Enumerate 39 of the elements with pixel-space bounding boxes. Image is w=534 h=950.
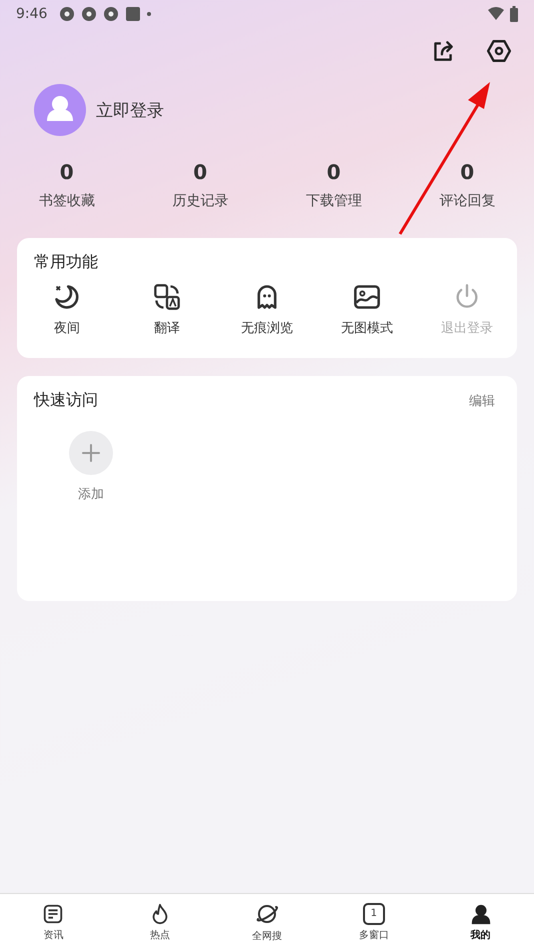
section-title: 快速访问: [32, 390, 98, 411]
nav-tab[interactable]: 我的: [427, 894, 534, 950]
document-icon: [42, 902, 64, 924]
add-icon[interactable]: [69, 431, 113, 475]
stat-count[interactable]: 0: [193, 160, 208, 184]
avatar-icon[interactable]: [34, 84, 86, 136]
dot-icon: [147, 12, 152, 16]
stat-count[interactable]: 0: [460, 160, 474, 184]
stat-label[interactable]: 历史记录: [172, 192, 228, 210]
function-label[interactable]: 无痕浏览: [241, 319, 293, 337]
function-label[interactable]: 无图模式: [341, 319, 393, 337]
section-title: 常用功能: [33, 252, 98, 271]
window-count-icon: 1: [362, 902, 385, 924]
person-icon: [470, 902, 492, 924]
nav-tab[interactable]: 全网搜: [214, 894, 320, 950]
edit-link[interactable]: 编辑: [469, 392, 495, 410]
stat-count[interactable]: 0: [60, 160, 74, 184]
nav-tab[interactable]: 1 多窗口: [320, 894, 428, 950]
status-time: 9:46: [16, 6, 48, 22]
battery-icon: [510, 6, 518, 22]
translate-icon[interactable]: [153, 283, 181, 311]
moon-icon[interactable]: [53, 283, 81, 311]
stat-label[interactable]: 书签收藏: [38, 192, 95, 210]
add-label[interactable]: 添加: [78, 485, 104, 503]
aperture-icon: [59, 6, 76, 22]
settings-icon[interactable]: [486, 38, 512, 64]
stat-label[interactable]: 下载管理: [306, 192, 362, 210]
wifi-icon: [488, 7, 504, 21]
nav-tab[interactable]: 资讯: [0, 894, 107, 950]
function-label[interactable]: 翻译: [154, 319, 180, 337]
stat-count[interactable]: 0: [326, 160, 341, 184]
function-label[interactable]: 夜间: [54, 319, 80, 337]
image-icon[interactable]: [353, 283, 381, 311]
stat-label[interactable]: 评论回复: [439, 192, 496, 210]
aperture-icon: [81, 6, 98, 22]
square-icon: [125, 6, 142, 22]
login-link[interactable]: 立即登录: [96, 98, 164, 122]
aperture-icon: [103, 6, 120, 22]
nav-tab[interactable]: 热点: [106, 894, 214, 950]
